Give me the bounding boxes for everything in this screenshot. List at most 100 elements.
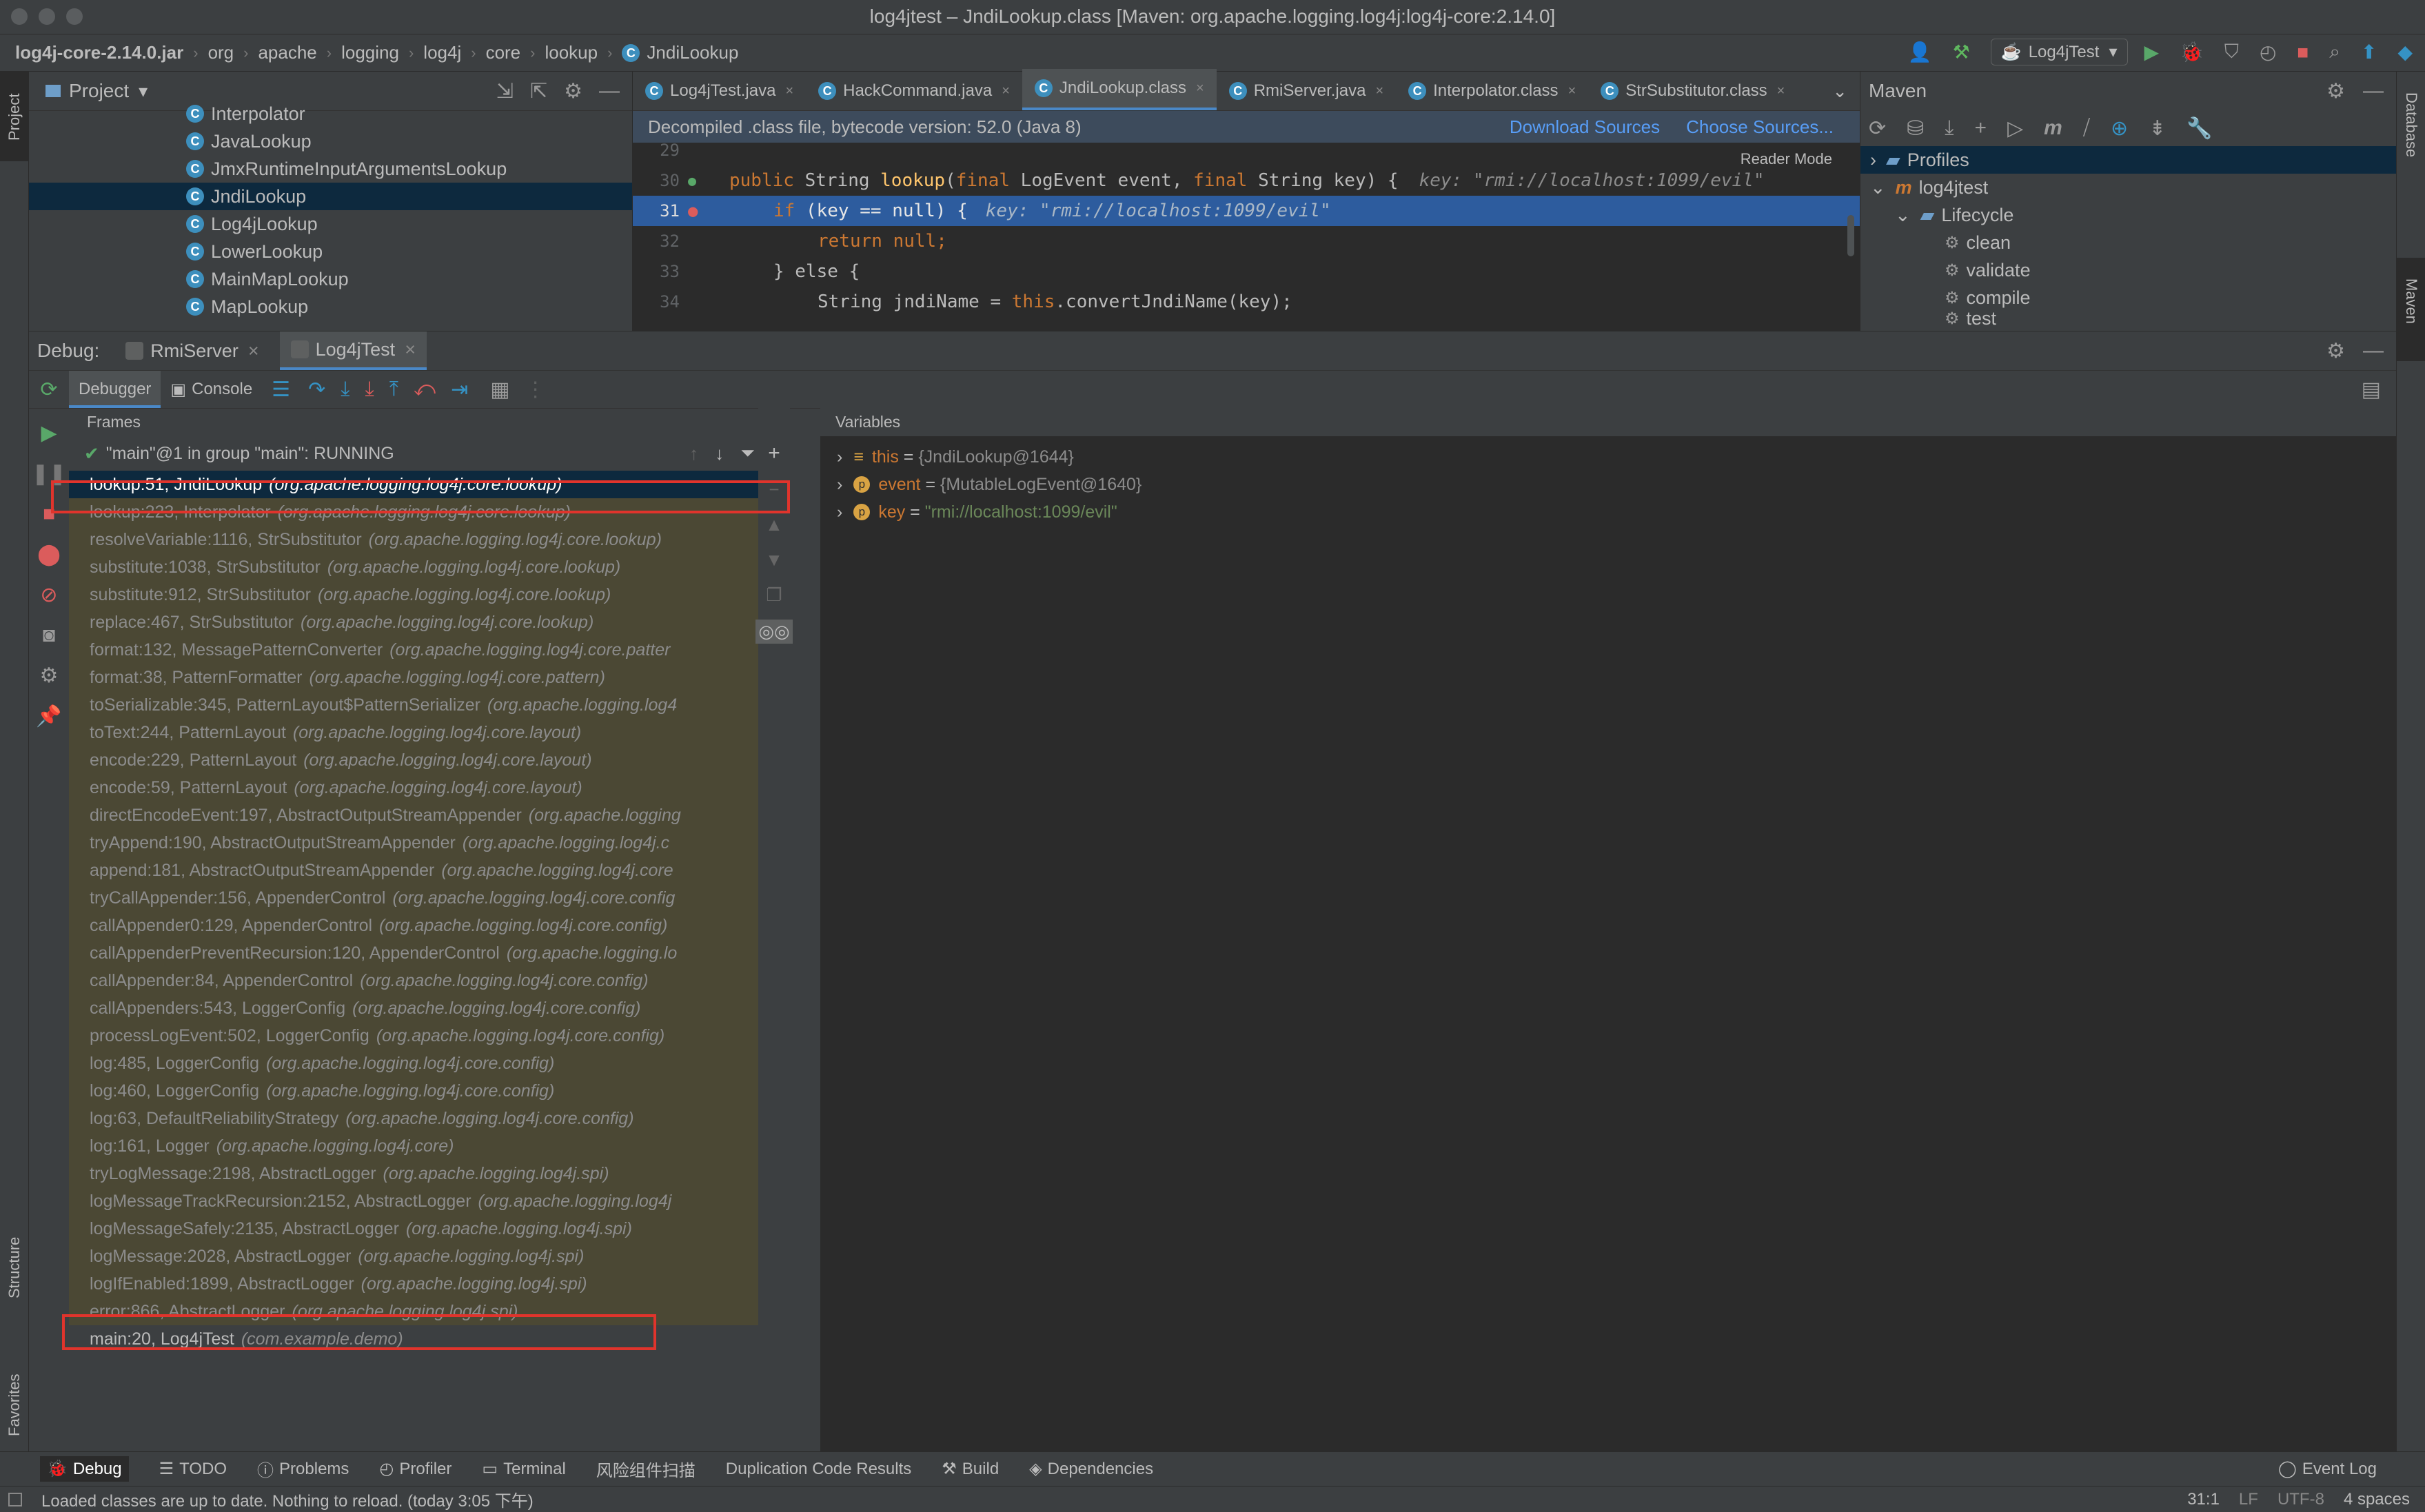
add-watch-icon[interactable]: + <box>768 442 780 465</box>
search-icon[interactable]: ⌕ <box>2329 41 2340 63</box>
arrow-up-icon[interactable]: ↑ <box>689 443 698 464</box>
stack-frame[interactable]: encode:59, PatternLayout (org.apache.logg… <box>69 774 790 801</box>
bottom-tab-problems[interactable]: ⓘ Problems <box>257 1457 349 1481</box>
chevron-right-icon[interactable]: › <box>837 475 842 495</box>
project-tool-button[interactable]: Project <box>0 72 29 161</box>
close-icon[interactable]: × <box>1777 83 1785 99</box>
editor-tab-active[interactable]: C JndiLookup.class × <box>1022 69 1217 110</box>
glasses-icon[interactable]: ◎◎ <box>755 620 793 644</box>
code-area[interactable]: 29 30 ● public String lookup(final LogEv… <box>633 141 1860 331</box>
chevron-right-icon[interactable]: › <box>837 447 842 467</box>
resume-icon[interactable]: ▶ <box>41 421 57 445</box>
tree-item[interactable]: C JmxRuntimeInputArgumentsLookup <box>29 155 632 183</box>
stack-frame[interactable]: logMessageTrackRecursion:2152, AbstractL… <box>69 1187 790 1215</box>
breadcrumb-item[interactable]: org <box>208 42 234 63</box>
breadcrumb-item[interactable]: apache <box>258 42 316 63</box>
close-icon[interactable]: × <box>1002 83 1010 99</box>
maven-goal[interactable]: ⚙ test <box>1860 311 2396 325</box>
chevron-down-icon[interactable]: ⌄ <box>1870 177 1886 198</box>
stack-frame[interactable]: toText:244, PatternLayout (org.apache.log… <box>69 719 790 746</box>
stack-frame[interactable]: format:38, PatternFormatter (org.apache.l… <box>69 664 790 691</box>
step-into-icon[interactable]: ⤓ <box>341 378 349 401</box>
stack-frame[interactable]: log:161, Logger (org.apache.logging.log4j… <box>69 1132 790 1160</box>
stack-frame[interactable]: encode:229, PatternLayout (org.apache.log… <box>69 746 790 774</box>
chevron-right-icon[interactable]: › <box>837 502 842 522</box>
editor-tab[interactable]: C RmiServer.java × <box>1217 72 1396 110</box>
database-tool-button[interactable]: Database <box>2402 92 2420 157</box>
breakpoint-icon[interactable]: ● <box>688 201 709 221</box>
gear-icon[interactable]: ⚙ <box>2326 339 2345 363</box>
close-icon[interactable]: × <box>248 340 259 362</box>
file-encoding[interactable]: UTF-8 <box>2277 1490 2324 1509</box>
chevron-right-icon[interactable]: › <box>1870 150 1876 171</box>
bottom-tab-risk-scan[interactable]: 风险组件扫描 <box>596 1457 696 1481</box>
choose-sources-link[interactable]: Choose Sources... <box>1686 116 1834 138</box>
stack-frame[interactable]: tryCallAppender:156, AppenderControl (org… <box>69 884 790 912</box>
stack-frame[interactable]: resolveVariable:1116, StrSubstitutor (org… <box>69 526 790 553</box>
tab-debugger[interactable]: Debugger <box>69 371 161 408</box>
editor-scrollbar[interactable] <box>1847 215 1854 256</box>
chevron-down-icon[interactable]: ▾ <box>139 81 148 102</box>
hammer-icon[interactable]: ⚒ <box>1953 41 1970 63</box>
run-icon[interactable]: ▶ <box>2144 41 2160 63</box>
bottom-tab-debug[interactable]: 🐞 Debug <box>40 1456 129 1482</box>
breadcrumb-item[interactable]: log4j-core-2.14.0.jar <box>15 42 183 63</box>
stack-frame[interactable]: replace:467, StrSubstitutor (org.apache.l… <box>69 609 790 636</box>
stack-frame[interactable]: log:63, DefaultReliabilityStrategy (org.a… <box>69 1105 790 1132</box>
stack-frame[interactable]: substitute:912, StrSubstitutor (org.apach… <box>69 581 790 609</box>
wrench-icon[interactable]: 🔧 <box>2186 116 2212 141</box>
indent-setting[interactable]: 4 spaces <box>2344 1490 2410 1509</box>
bottom-tab-todo[interactable]: ☰ TODO <box>159 1459 227 1479</box>
bottom-tab-duplication[interactable]: Duplication Code Results <box>726 1460 911 1479</box>
add-icon[interactable]: + <box>1975 116 1987 140</box>
tree-item-selected[interactable]: C JndiLookup <box>29 183 632 210</box>
collapse-all-icon[interactable]: ⇟ <box>2149 116 2166 141</box>
trace-icon[interactable]: ⋮ <box>525 378 546 402</box>
variable-row[interactable]: › p event = {MutableLogEvent@1640} <box>820 471 2396 498</box>
breadcrumb-item[interactable]: logging <box>341 42 399 63</box>
stack-frame[interactable]: callAppenders:543, LoggerConfig (org.apac… <box>69 994 790 1022</box>
drop-frame-icon[interactable]: ⤺ <box>414 378 436 401</box>
close-icon[interactable]: × <box>1375 83 1383 99</box>
tab-console[interactable]: ▣ Console <box>161 380 262 400</box>
maven-goal[interactable]: ⚙ clean <box>1860 229 2396 256</box>
execute-goal-icon[interactable]: m <box>2044 116 2062 140</box>
implements-marker-icon[interactable]: ● <box>688 172 709 189</box>
maven-project-node[interactable]: ⌄ m log4jtest <box>1860 174 2396 201</box>
coverage-icon[interactable]: ⛉ <box>2224 41 2239 63</box>
arrow-up-icon[interactable]: ▲ <box>765 514 783 535</box>
run-configuration-select[interactable]: ☕ Log4jTest ▾ <box>1990 39 2128 65</box>
user-icon[interactable]: 👤 <box>1908 41 1932 63</box>
bottom-tab-dependencies[interactable]: ◈ Dependencies <box>1029 1459 1153 1479</box>
stack-frame[interactable]: log:485, LoggerConfig (org.apache.logging… <box>69 1050 790 1077</box>
stack-frame[interactable]: tryLogMessage:2198, AbstractLogger (org.a… <box>69 1160 790 1187</box>
step-over-icon[interactable]: ↷ <box>308 378 325 402</box>
stack-frame[interactable]: logMessageSafely:2135, AbstractLogger (or… <box>69 1215 790 1243</box>
gear-icon[interactable]: ⚙ <box>40 664 59 688</box>
tabs-overflow-chevron-icon[interactable]: ⌄ <box>1832 81 1847 102</box>
bottom-tab-terminal[interactable]: ▭ Terminal <box>482 1459 565 1479</box>
close-icon[interactable]: × <box>785 83 793 99</box>
tree-item[interactable]: C LowerLookup <box>29 238 632 265</box>
status-toggle-icon[interactable] <box>8 1492 22 1506</box>
stack-frame[interactable]: logMessage:2028, AbstractLogger (org.apac… <box>69 1243 790 1270</box>
tree-item[interactable]: C MainMapLookup <box>29 265 632 293</box>
toggle-offline-icon[interactable]: ⧸ <box>2083 116 2090 140</box>
maven-lifecycle-node[interactable]: ⌄ ▰ Lifecycle <box>1860 201 2396 229</box>
caret-position[interactable]: 31:1 <box>2187 1490 2220 1509</box>
event-log-button[interactable]: ◯ Event Log <box>2278 1459 2377 1479</box>
stack-frame[interactable]: substitute:1038, StrSubstitutor (org.apac… <box>69 553 790 581</box>
reload-icon[interactable]: ⟳ <box>1869 116 1886 141</box>
pin-icon[interactable]: 📌 <box>36 704 61 728</box>
tree-item[interactable]: C Log4jLookup <box>29 210 632 238</box>
force-step-into-icon[interactable]: ⤓ <box>365 378 374 401</box>
close-icon[interactable]: × <box>1196 81 1204 96</box>
stack-frame[interactable]: processLogEvent:502, LoggerConfig (org.ap… <box>69 1022 790 1050</box>
stop-icon[interactable]: ■ <box>2297 41 2309 63</box>
minimize-icon[interactable]: — <box>2363 79 2384 103</box>
variable-row[interactable]: › ≡ this = {JndiLookup@1644} <box>820 443 2396 471</box>
stack-frame[interactable]: tryAppend:190, AbstractOutputStreamAppen… <box>69 829 790 857</box>
tree-item[interactable]: C Interpolator <box>29 100 632 127</box>
breadcrumb-item[interactable]: core <box>486 42 521 63</box>
mute-breakpoints-icon[interactable]: ⊘ <box>40 583 57 607</box>
